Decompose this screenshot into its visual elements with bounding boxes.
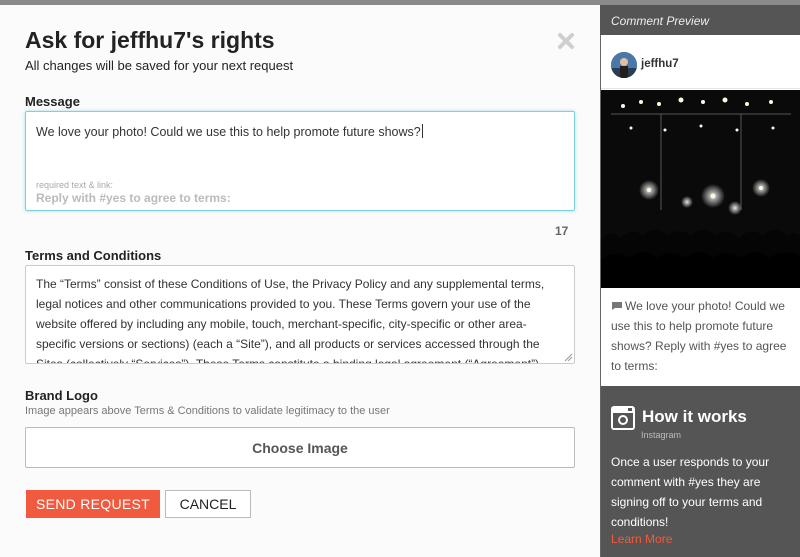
- how-it-works-description: Once a user responds to your comment wit…: [611, 455, 770, 529]
- avatar: [611, 52, 637, 78]
- chat-bubble-icon: [612, 302, 622, 310]
- preview-card: jeffhu7 We love your photo! Could we use…: [601, 35, 800, 386]
- brand-logo-label: Brand Logo: [25, 388, 98, 403]
- cancel-button[interactable]: CANCEL: [165, 490, 251, 518]
- screen: Ask for jeffhu7's rights All changes wil…: [0, 0, 800, 557]
- choose-image-button[interactable]: Choose Image: [25, 427, 575, 468]
- preview-username: jeffhu7: [641, 58, 679, 70]
- how-it-works-subtitle: Instagram: [641, 430, 682, 440]
- preview-comment: We love your photo! Could we use this to…: [611, 299, 787, 373]
- preview-header: Comment Preview: [600, 5, 800, 35]
- required-text: Reply with #yes to agree to terms:: [36, 191, 231, 205]
- instagram-icon: [611, 406, 635, 430]
- rights-request-modal: Ask for jeffhu7's rights All changes wil…: [0, 5, 600, 557]
- how-it-works-title: How it works: [642, 407, 747, 426]
- modal-title: Ask for jeffhu7's rights: [25, 27, 275, 53]
- required-text-label: required text & link:: [36, 180, 114, 190]
- how-it-works-box: How it works Instagram Once a user respo…: [601, 386, 800, 557]
- close-icon[interactable]: [556, 31, 576, 51]
- message-label: Message: [25, 94, 80, 109]
- message-textarea[interactable]: We love your photo! Could we use this to…: [25, 111, 575, 211]
- preview-user-row: jeffhu7: [601, 35, 800, 89]
- concert-photo: [601, 90, 800, 288]
- send-request-button[interactable]: SEND REQUEST: [26, 490, 160, 518]
- message-text: We love your photo! Could we use this to…: [36, 124, 423, 139]
- preview-heading: Comment Preview: [611, 14, 710, 28]
- comment-preview-panel: Comment Preview jeffhu7 We love your pho…: [600, 5, 800, 557]
- modal-subtitle: All changes will be saved for your next …: [25, 58, 294, 73]
- resize-handle-icon[interactable]: [563, 352, 573, 362]
- terms-text: The “Terms” consist of these Conditions …: [36, 277, 545, 364]
- character-count: 17: [555, 224, 569, 238]
- learn-more-link[interactable]: Learn More: [611, 532, 672, 546]
- terms-label: Terms and Conditions: [25, 248, 162, 263]
- brand-logo-hint: Image appears above Terms & Conditions t…: [25, 405, 390, 417]
- terms-textarea[interactable]: The “Terms” consist of these Conditions …: [25, 265, 575, 364]
